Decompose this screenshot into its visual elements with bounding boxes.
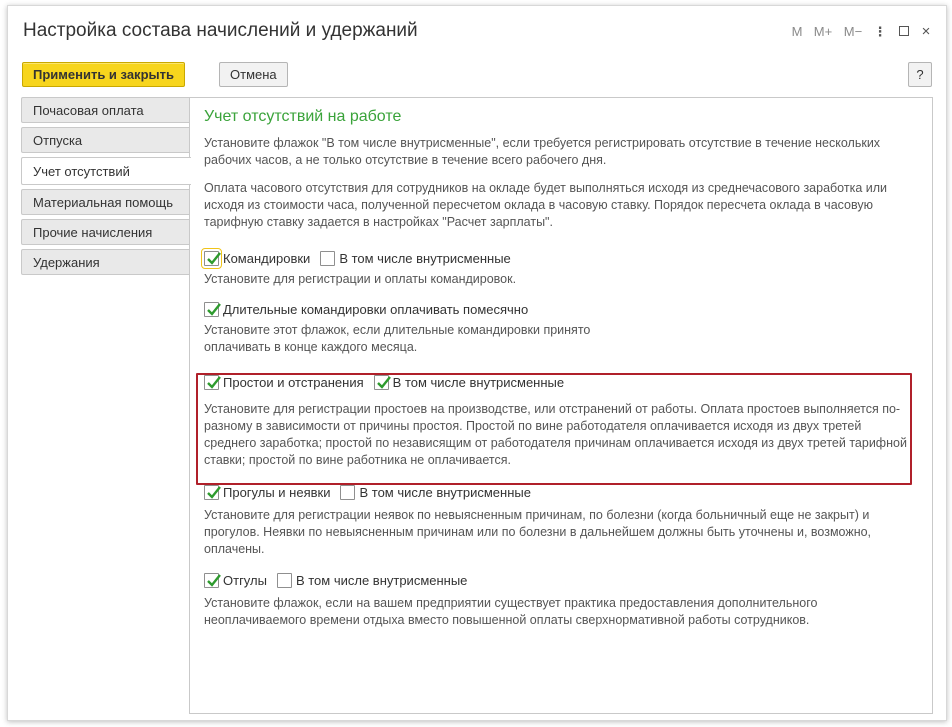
absences-label: Прогулы и неявки bbox=[223, 484, 331, 500]
check-icon bbox=[204, 484, 221, 500]
long-trips-checkbox[interactable] bbox=[204, 301, 221, 317]
check-icon bbox=[204, 572, 221, 588]
downtime-label: Простои и отстранения bbox=[223, 374, 364, 390]
timeoff-intrashift-checkbox[interactable] bbox=[276, 572, 292, 588]
timeoff-intrashift-label: В том числе внутрисменные bbox=[295, 572, 468, 588]
check-icon bbox=[201, 247, 222, 269]
tab-material-aid[interactable]: Материальная помощь bbox=[21, 189, 190, 215]
absences-intrashift-checkbox[interactable] bbox=[340, 484, 356, 500]
absences-row: Прогулы и неявки В том числе внутрисменн… bbox=[204, 481, 916, 503]
downtime-checkbox[interactable] bbox=[204, 374, 221, 390]
memory-plus-button[interactable]: M+ bbox=[808, 24, 838, 39]
tab-list: Почасовая оплата Отпуска Учет отсутствий… bbox=[21, 97, 191, 279]
trips-intrashift-label: В том числе внутрисменные bbox=[339, 250, 511, 266]
timeoff-note: Установите флажок, если на вашем предпри… bbox=[204, 596, 818, 627]
settings-panel: Учет отсутствий на работе Установите фла… bbox=[189, 97, 933, 714]
check-icon bbox=[373, 374, 391, 390]
window-controls: M M+ M− ⋮ × bbox=[786, 23, 936, 40]
window-title: Настройка состава начислений и удержаний bbox=[23, 20, 418, 41]
timeoff-checkbox[interactable] bbox=[204, 572, 221, 588]
tab-hourly-pay[interactable]: Почасовая оплата bbox=[21, 97, 190, 123]
check-icon bbox=[204, 301, 221, 317]
tab-deductions[interactable]: Удержания bbox=[21, 249, 190, 275]
intro-note-1: Установите флажок "В том числе внутрисме… bbox=[204, 136, 881, 167]
downtime-intrashift-label: В том числе внутрисменные bbox=[392, 374, 565, 390]
memory-button[interactable]: M bbox=[786, 24, 808, 39]
cancel-button[interactable]: Отмена bbox=[219, 62, 288, 87]
trips-note: Установите для регистрации и оплаты кома… bbox=[204, 272, 517, 286]
check-icon bbox=[204, 374, 221, 390]
long-trips-note: Установите этот флажок, если длительные … bbox=[204, 323, 591, 354]
memory-minus-button[interactable]: M− bbox=[838, 24, 868, 39]
downtime-row: Простои и отстранения В том числе внутри… bbox=[204, 371, 916, 393]
maximize-icon[interactable] bbox=[892, 24, 916, 39]
more-icon[interactable]: ⋮ bbox=[868, 24, 892, 40]
help-button[interactable]: ? bbox=[908, 62, 932, 87]
absences-intrashift-label: В том числе внутрисменные bbox=[359, 484, 531, 500]
trips-row: Командировки В том числе внутрисменные bbox=[201, 247, 916, 269]
intro-note-2: Оплата часового отсутствия для сотрудник… bbox=[204, 181, 888, 229]
title-bar: Настройка состава начислений и удержаний… bbox=[8, 6, 946, 54]
absences-checkbox[interactable] bbox=[204, 484, 221, 500]
timeoff-row: Отгулы В том числе внутрисменные bbox=[204, 569, 916, 591]
downtime-note: Установите для регистрации простоев на п… bbox=[204, 402, 907, 467]
tab-other-accruals[interactable]: Прочие начисления bbox=[21, 219, 190, 245]
absences-note: Установите для регистрации неявок по нев… bbox=[204, 508, 872, 556]
close-icon[interactable]: × bbox=[916, 23, 936, 40]
trips-intrashift-checkbox[interactable] bbox=[320, 250, 336, 266]
trips-label: Командировки bbox=[223, 250, 311, 266]
long-trips-row: Длительные командировки оплачивать помес… bbox=[204, 298, 916, 320]
long-trips-label: Длительные командировки оплачивать помес… bbox=[223, 301, 529, 317]
tab-absences[interactable]: Учет отсутствий bbox=[21, 157, 191, 185]
tab-vacations[interactable]: Отпуска bbox=[21, 127, 190, 153]
section-title: Учет отсутствий на работе bbox=[204, 108, 402, 125]
downtime-intrashift-checkbox[interactable] bbox=[373, 374, 391, 390]
timeoff-label: Отгулы bbox=[223, 572, 267, 588]
apply-and-close-button[interactable]: Применить и закрыть bbox=[22, 62, 185, 87]
toolbar: Применить и закрыть Отмена ? bbox=[22, 62, 932, 88]
trips-checkbox[interactable] bbox=[201, 247, 222, 269]
